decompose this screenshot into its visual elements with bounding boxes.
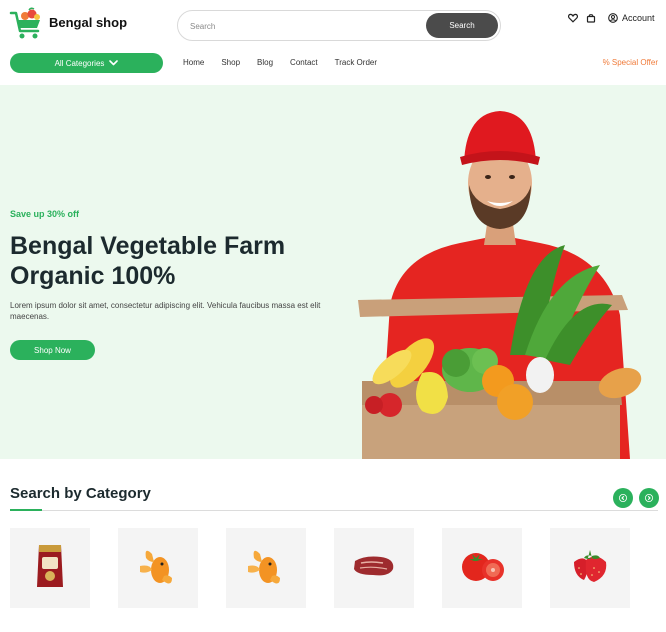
section-divider — [10, 510, 658, 511]
delivery-man-with-grocery-box-image — [350, 105, 666, 459]
category-section-title: Search by Category — [10, 485, 151, 502]
account-link[interactable]: Account — [622, 13, 655, 23]
category-card-snacks[interactable] — [10, 528, 90, 608]
category-card-fish[interactable] — [118, 528, 198, 608]
nav-item-contact[interactable]: Contact — [290, 58, 318, 67]
carousel-next-button[interactable] — [639, 488, 659, 508]
brand-name[interactable]: Bengal shop — [49, 15, 127, 30]
all-categories-button[interactable]: All Categories — [10, 53, 163, 73]
hero-title: Bengal Vegetable Farm Organic 100% — [10, 232, 286, 290]
search-input[interactable] — [190, 19, 420, 33]
user-icon[interactable] — [607, 12, 619, 24]
goldfish-icon-2 — [246, 544, 286, 593]
nav-item-track-order[interactable]: Track Order — [335, 58, 377, 67]
nav-item-blog[interactable]: Blog — [257, 58, 273, 67]
shop-now-button[interactable]: Shop Now — [10, 340, 95, 360]
heart-icon[interactable] — [567, 12, 579, 24]
hero-description: Lorem ipsum dolor sit amet, consectetur … — [10, 301, 321, 321]
tomato-icon — [459, 549, 505, 588]
main-nav: Home Shop Blog Contact Track Order — [183, 58, 394, 67]
chevron-down-icon — [109, 59, 119, 68]
nav-item-home[interactable]: Home — [183, 58, 204, 67]
raw-meat-icon — [351, 553, 397, 584]
strawberry-icon — [570, 546, 610, 591]
category-card-strawberry[interactable] — [550, 528, 630, 608]
chevron-left-icon — [619, 489, 627, 507]
category-card-tomato[interactable] — [442, 528, 522, 608]
search-bar: Search — [177, 10, 501, 41]
carousel-prev-button[interactable] — [613, 488, 633, 508]
chevron-right-icon — [645, 489, 653, 507]
shopping-cart-logo-icon[interactable] — [9, 7, 45, 41]
all-categories-label: All Categories — [54, 58, 105, 68]
goldfish-icon — [138, 544, 178, 593]
hero-save-text: Save up 30% off — [10, 209, 80, 219]
bag-icon[interactable] — [585, 12, 597, 24]
section-divider-accent — [10, 509, 42, 511]
category-card-meat[interactable] — [334, 528, 414, 608]
category-card-fish-2[interactable] — [226, 528, 306, 608]
hero-banner: Save up 30% off Bengal Vegetable Farm Or… — [0, 85, 666, 459]
snack-pack-icon — [35, 543, 65, 594]
nav-item-shop[interactable]: Shop — [221, 58, 240, 67]
special-offer-link[interactable]: % Special Offer — [603, 58, 658, 67]
site-header: Bengal shop Search Account — [0, 0, 666, 50]
search-button[interactable]: Search — [426, 13, 498, 38]
